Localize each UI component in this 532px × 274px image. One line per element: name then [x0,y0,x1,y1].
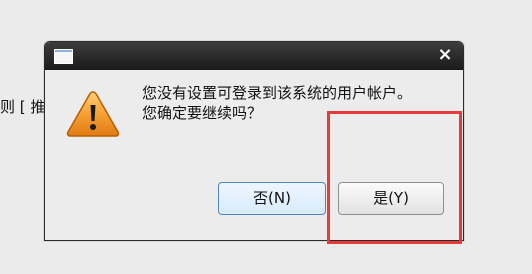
close-button[interactable]: × [436,46,454,64]
no-button[interactable]: 否(N) [218,182,326,215]
warning-icon [66,91,120,137]
dialog-content: 您没有设置可登录到该系统的用户帐户。 您确定要继续吗？ 否(N) 是(Y) [46,70,462,239]
window-icon [54,49,73,64]
confirmation-dialog: × 您没有设置可登录到该系统的用户帐户。 您确定要继续吗？ 否(N) 是(Y) [44,41,464,241]
yes-button-label: 是(Y) [373,189,409,207]
dialog-titlebar: × [45,42,463,70]
dialog-message: 您没有设置可登录到该系统的用户帐户。 您确定要继续吗？ [142,83,442,123]
message-line-1: 您没有设置可登录到该系统的用户帐户。 [142,84,413,102]
background-partial-text: 则 [ 推 [0,98,46,116]
yes-button[interactable]: 是(Y) [338,182,444,215]
message-line-2: 您确定要继续吗？ [142,104,263,122]
no-button-label: 否(N) [253,189,291,207]
